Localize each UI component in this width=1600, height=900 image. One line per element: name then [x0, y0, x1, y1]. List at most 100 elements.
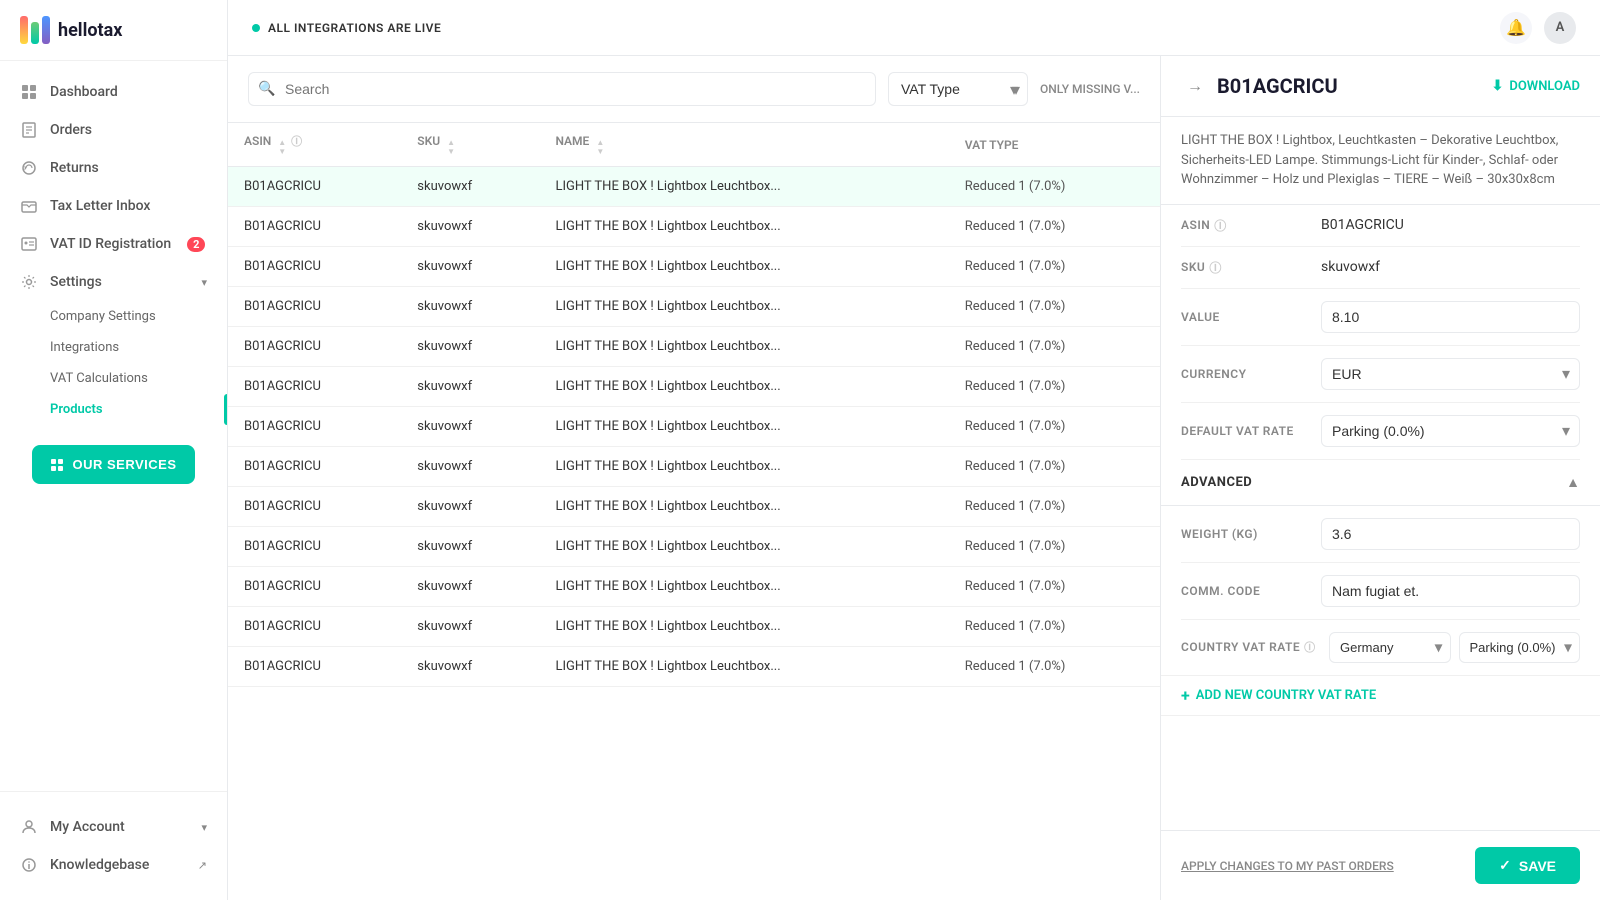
add-country-label: ADD NEW COUNTRY VAT RATE [1196, 688, 1376, 703]
knowledgebase-label: Knowledgebase [50, 857, 149, 873]
currency-select[interactable]: EUR USD GBP [1321, 358, 1580, 390]
value-input[interactable] [1321, 301, 1580, 333]
download-label: DOWNLOAD [1509, 79, 1580, 94]
cta-wrapper: OUR SERVICES [0, 425, 227, 504]
cell-vat-type: Reduced 1 (7.0%) [949, 607, 1160, 647]
cell-asin: B01AGCRICU [228, 367, 401, 407]
save-button[interactable]: ✓ SAVE [1475, 847, 1580, 884]
advanced-fields: WEIGHT (KG) COMM. CODE [1161, 506, 1600, 620]
settings-icon [20, 273, 38, 291]
content-area: 🔍 VAT Type ▾ ONLY MISSING V... [228, 56, 1600, 900]
download-button[interactable]: ⬇ DOWNLOAD [1492, 78, 1580, 94]
default-vat-rate-select-wrap: Parking (0.0%) Standard (19.0%) Reduced … [1321, 415, 1580, 447]
my-account-icon [20, 818, 38, 836]
cell-name: LIGHT THE BOX ! Lightbox Leuchtbox... [539, 367, 948, 407]
sidebar-item-settings[interactable]: Settings ▾ [0, 263, 227, 301]
comm-code-input[interactable] [1321, 575, 1580, 607]
asin-field-value: B01AGCRICU [1321, 217, 1580, 233]
table-row[interactable]: B01AGCRICU skuvowxf LIGHT THE BOX ! Ligh… [228, 487, 1160, 527]
logo-area: hellotax [0, 0, 227, 61]
name-sort: ▲▼ [596, 139, 604, 156]
dashboard-icon [20, 83, 38, 101]
table-section: 🔍 VAT Type ▾ ONLY MISSING V... [228, 56, 1160, 900]
table-row[interactable]: B01AGCRICU skuvowxf LIGHT THE BOX ! Ligh… [228, 647, 1160, 687]
vat-type-select[interactable]: VAT Type [888, 72, 1028, 106]
table-row[interactable]: B01AGCRICU skuvowxf LIGHT THE BOX ! Ligh… [228, 447, 1160, 487]
field-currency: CURRENCY EUR USD GBP [1181, 346, 1580, 403]
cell-sku: skuvowxf [401, 167, 539, 207]
currency-field-label: CURRENCY [1181, 367, 1321, 381]
products-table: ASIN ▲▼ ⓘ SKU ▲▼ NAME ▲▼ [228, 123, 1160, 687]
table-row[interactable]: B01AGCRICU skuvowxf LIGHT THE BOX ! Ligh… [228, 207, 1160, 247]
col-vat-type[interactable]: VAT TYPE [949, 123, 1160, 167]
country-select[interactable]: Germany France Italy Spain [1329, 632, 1451, 663]
table-row[interactable]: B01AGCRICU skuvowxf LIGHT THE BOX ! Ligh… [228, 527, 1160, 567]
country-rate-select[interactable]: Parking (0.0%) Standard (19.0%) Reduced … [1459, 632, 1581, 663]
sidebar-item-orders[interactable]: Orders [0, 111, 227, 149]
sidebar-sub-integrations[interactable]: Integrations [0, 332, 227, 363]
sidebar-item-returns[interactable]: Returns [0, 149, 227, 187]
cell-asin: B01AGCRICU [228, 487, 401, 527]
search-input[interactable] [248, 72, 876, 106]
table-row[interactable]: B01AGCRICU skuvowxf LIGHT THE BOX ! Ligh… [228, 407, 1160, 447]
cell-name: LIGHT THE BOX ! Lightbox Leuchtbox... [539, 327, 948, 367]
settings-chevron: ▾ [201, 276, 207, 289]
logo-icon [20, 16, 50, 44]
table-row[interactable]: B01AGCRICU skuvowxf LIGHT THE BOX ! Ligh… [228, 247, 1160, 287]
cell-asin: B01AGCRICU [228, 247, 401, 287]
sidebar-sub-products[interactable]: Products [0, 394, 227, 425]
status-text: ALL INTEGRATIONS ARE LIVE [268, 21, 441, 35]
weight-input[interactable] [1321, 518, 1580, 550]
vat-calculations-label: VAT Calculations [50, 371, 148, 386]
table-row[interactable]: B01AGCRICU skuvowxf LIGHT THE BOX ! Ligh… [228, 327, 1160, 367]
cell-sku: skuvowxf [401, 327, 539, 367]
col-name[interactable]: NAME ▲▼ [539, 123, 948, 167]
col-asin[interactable]: ASIN ▲▼ ⓘ [228, 123, 401, 167]
table-row[interactable]: B01AGCRICU skuvowxf LIGHT THE BOX ! Ligh… [228, 567, 1160, 607]
sidebar-item-vat-id-registration[interactable]: VAT ID Registration 2 [0, 225, 227, 263]
field-weight: WEIGHT (KG) [1181, 506, 1580, 563]
cell-vat-type: Reduced 1 (7.0%) [949, 647, 1160, 687]
add-country-vat-button[interactable]: + ADD NEW COUNTRY VAT RATE [1161, 676, 1600, 716]
user-avatar[interactable]: A [1544, 12, 1576, 44]
cell-name: LIGHT THE BOX ! Lightbox Leuchtbox... [539, 647, 948, 687]
cell-asin: B01AGCRICU [228, 607, 401, 647]
advanced-section-header[interactable]: ADVANCED ▲ [1161, 460, 1600, 506]
default-vat-rate-select[interactable]: Parking (0.0%) Standard (19.0%) Reduced … [1321, 415, 1580, 447]
cell-name: LIGHT THE BOX ! Lightbox Leuchtbox... [539, 447, 948, 487]
sidebar-item-my-account[interactable]: My Account ▾ [0, 808, 227, 846]
table-row[interactable]: B01AGCRICU skuvowxf LIGHT THE BOX ! Ligh… [228, 367, 1160, 407]
sku-info: ⓘ [1209, 259, 1222, 276]
sidebar-sub-vat-calculations[interactable]: VAT Calculations [0, 363, 227, 394]
cell-name: LIGHT THE BOX ! Lightbox Leuchtbox... [539, 407, 948, 447]
sidebar-item-knowledgebase[interactable]: Knowledgebase ↗ [0, 846, 227, 884]
cell-sku: skuvowxf [401, 287, 539, 327]
col-sku[interactable]: SKU ▲▼ [401, 123, 539, 167]
cell-name: LIGHT THE BOX ! Lightbox Leuchtbox... [539, 567, 948, 607]
sku-field-label: SKU ⓘ [1181, 259, 1321, 276]
sidebar-sub-company-settings[interactable]: Company Settings [0, 301, 227, 332]
back-button[interactable]: → [1181, 72, 1209, 100]
company-settings-label: Company Settings [50, 309, 156, 324]
cell-vat-type: Reduced 1 (7.0%) [949, 407, 1160, 447]
country-vat-row: COUNTRY VAT RATE ⓘ Germany France Italy … [1161, 620, 1600, 676]
sidebar-item-dashboard[interactable]: Dashboard [0, 73, 227, 111]
our-services-button[interactable]: OUR SERVICES [32, 445, 195, 484]
asin-field-label: ASIN ⓘ [1181, 217, 1321, 234]
cell-name: LIGHT THE BOX ! Lightbox Leuchtbox... [539, 487, 948, 527]
cell-sku: skuvowxf [401, 607, 539, 647]
table-row[interactable]: B01AGCRICU skuvowxf LIGHT THE BOX ! Ligh… [228, 287, 1160, 327]
field-value: VALUE [1181, 289, 1580, 346]
returns-icon [20, 159, 38, 177]
table-row[interactable]: B01AGCRICU skuvowxf LIGHT THE BOX ! Ligh… [228, 167, 1160, 207]
sidebar-item-tax-letter-inbox[interactable]: Tax Letter Inbox [0, 187, 227, 225]
field-asin: ASIN ⓘ B01AGCRICU [1181, 205, 1580, 247]
cell-asin: B01AGCRICU [228, 287, 401, 327]
notification-bell-button[interactable]: 🔔 [1500, 12, 1532, 44]
table-row[interactable]: B01AGCRICU skuvowxf LIGHT THE BOX ! Ligh… [228, 607, 1160, 647]
cell-vat-type: Reduced 1 (7.0%) [949, 567, 1160, 607]
cell-vat-type: Reduced 1 (7.0%) [949, 527, 1160, 567]
apply-changes-button[interactable]: APPLY CHANGES TO MY PAST ORDERS [1181, 859, 1394, 873]
default-vat-rate-label: DEFAULT VAT RATE [1181, 424, 1321, 438]
topbar-right: 🔔 A [1500, 12, 1576, 44]
